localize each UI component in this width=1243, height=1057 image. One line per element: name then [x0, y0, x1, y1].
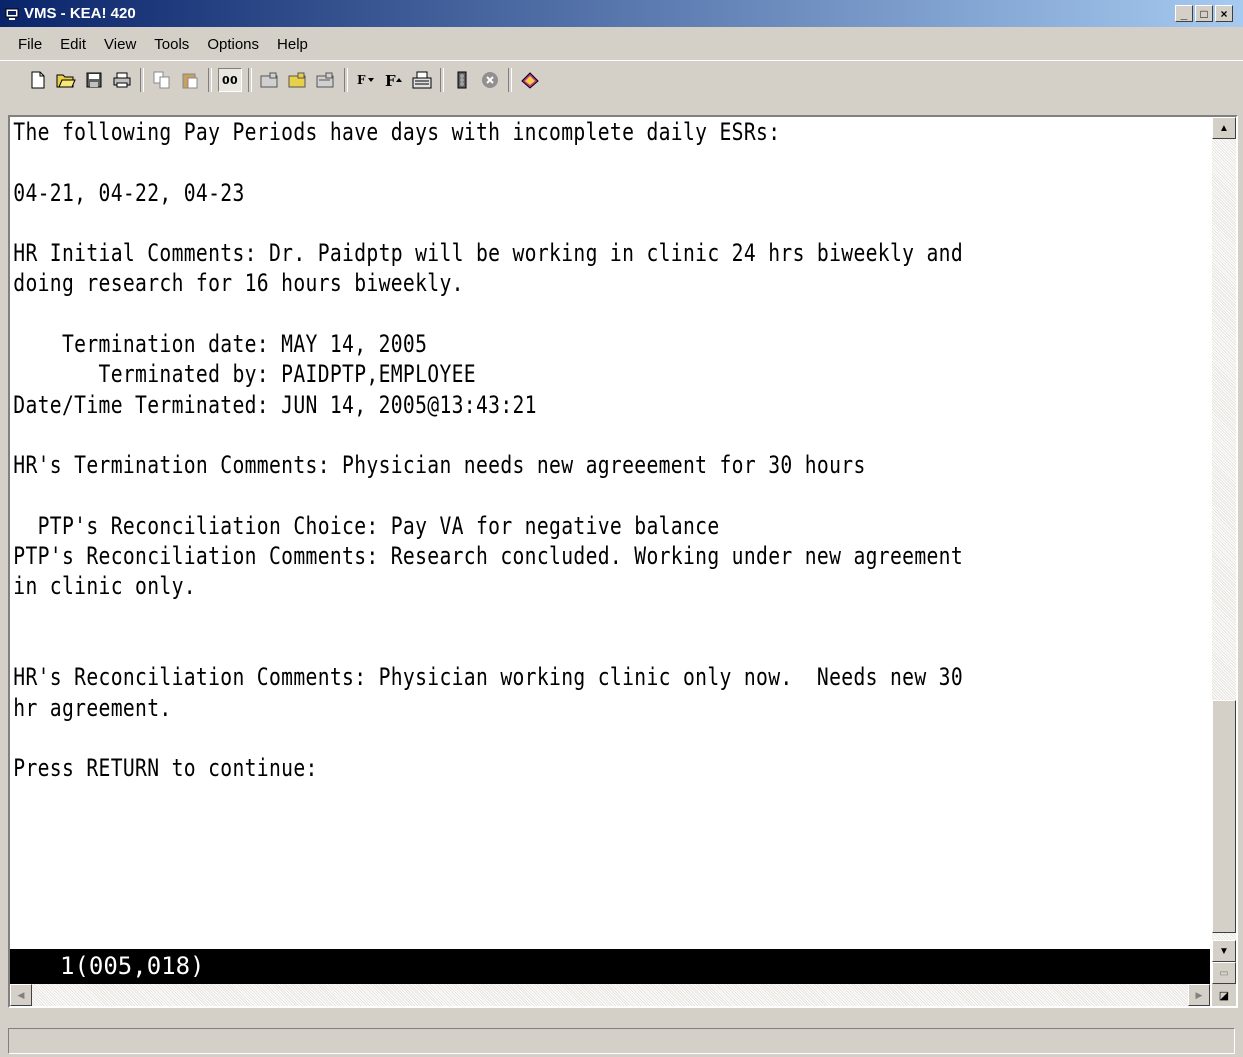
terminal-frame: The following Pay Periods have days with… — [8, 115, 1238, 1008]
toolbar-separator — [440, 67, 444, 92]
page-scroll-button[interactable]: ▭ — [1212, 962, 1236, 984]
minimize-icon: _ — [1180, 7, 1188, 21]
arrow-left-icon: ◀ — [17, 989, 25, 1000]
stop-icon[interactable] — [478, 68, 502, 92]
print-icon[interactable] — [110, 68, 134, 92]
arrow-down-icon: ▼ — [1219, 945, 1229, 957]
menu-view[interactable]: View — [92, 36, 142, 53]
copy-icon[interactable] — [150, 68, 174, 92]
window-title: VMS - KEA! 420 — [24, 5, 136, 22]
terminal-line: HR's Termination Comments: Physician nee… — [13, 451, 866, 480]
page-icon: ▭ — [1219, 967, 1229, 979]
paste-icon[interactable] — [178, 68, 202, 92]
terminal-line: Date/Time Terminated: JUN 14, 2005@13:43… — [13, 390, 537, 419]
maximize-button[interactable]: □ — [1195, 5, 1213, 22]
terminal-screen[interactable]: The following Pay Periods have days with… — [10, 117, 1210, 949]
toolbar-separator — [208, 67, 212, 92]
horizontal-scrollbar[interactable]: ◀ ▶ — [10, 984, 1210, 1006]
maximize-icon: □ — [1200, 7, 1208, 21]
transmit-icon[interactable]: 00 — [218, 67, 242, 92]
traffic-light-icon[interactable] — [450, 68, 474, 92]
svg-text:F: F — [357, 73, 366, 87]
minimize-button[interactable]: _ — [1175, 5, 1193, 22]
terminal-status-line: 1(005,018) — [10, 949, 1210, 984]
scroll-left-button[interactable]: ◀ — [10, 984, 32, 1006]
terminal-line: HR's Reconciliation Comments: Physician … — [13, 663, 964, 692]
resize-icon: ◪ — [1218, 989, 1230, 1002]
arrow-up-icon: ▲ — [1219, 122, 1229, 134]
close-icon: × — [1220, 7, 1228, 21]
vertical-scrollbar[interactable]: ▲ ▼ ▭ — [1212, 117, 1236, 984]
keyboard-icon[interactable] — [410, 68, 434, 92]
terminal-line: Termination date: MAY 14, 2005 — [13, 330, 428, 359]
terminal-line: doing research for 16 hours biweekly. — [13, 269, 464, 298]
font-smaller-icon[interactable]: F — [354, 68, 378, 92]
terminal-line: HR Initial Comments: Dr. Paidptp will be… — [13, 239, 964, 268]
terminal-line: Terminated by: PAIDPTP,EMPLOYEE — [13, 360, 476, 389]
svg-text:0: 0 — [222, 74, 230, 87]
title-bar: VMS - KEA! 420 _ □ × — [0, 0, 1243, 27]
scroll-down-button[interactable]: ▼ — [1212, 940, 1236, 962]
svg-text:F: F — [385, 72, 396, 88]
menu-file[interactable]: File — [0, 36, 48, 53]
book-icon[interactable] — [518, 68, 542, 92]
terminal-line: hr agreement. — [13, 693, 172, 722]
svg-text:0: 0 — [230, 74, 238, 87]
toolbar-separator — [508, 67, 512, 92]
size-grip[interactable]: ◪ — [1212, 984, 1236, 1006]
close-connection-icon[interactable] — [314, 68, 338, 92]
menu-options[interactable]: Options — [195, 36, 265, 53]
toolbar-separator — [140, 67, 144, 92]
terminal-app-icon[interactable] — [5, 8, 19, 20]
toolbar-separator — [248, 67, 252, 92]
open-icon[interactable] — [54, 68, 78, 92]
terminal-line: Press RETURN to continue: — [13, 754, 318, 783]
toolbar: 00 F F — [0, 60, 1243, 98]
terminal-line: PTP's Reconciliation Choice: Pay VA for … — [13, 511, 720, 540]
terminal-line: in clinic only. — [13, 572, 196, 601]
terminal-line: 04-21, 04-22, 04-23 — [13, 178, 245, 207]
terminal-line: PTP's Reconciliation Comments: Research … — [13, 542, 964, 571]
terminal-line: The following Pay Periods have days with… — [13, 118, 781, 146]
menu-edit[interactable]: Edit — [48, 36, 92, 53]
toolbar-separator — [344, 67, 348, 92]
close-button[interactable]: × — [1215, 5, 1233, 22]
scroll-up-button[interactable]: ▲ — [1212, 117, 1236, 139]
menu-bar: File Edit View Tools Options Help — [0, 30, 1243, 58]
menu-tools[interactable]: Tools — [142, 36, 195, 53]
new-session-icon[interactable] — [26, 68, 50, 92]
menu-help[interactable]: Help — [265, 36, 314, 53]
arrow-right-icon: ▶ — [1195, 989, 1203, 1000]
connect-icon[interactable] — [258, 68, 282, 92]
status-bar — [8, 1028, 1235, 1054]
scroll-right-button[interactable]: ▶ — [1188, 984, 1210, 1006]
open-connection-icon[interactable] — [286, 68, 310, 92]
save-icon[interactable] — [82, 68, 106, 92]
font-larger-icon[interactable]: F — [382, 68, 406, 92]
scrollbar-thumb[interactable] — [1212, 700, 1236, 933]
